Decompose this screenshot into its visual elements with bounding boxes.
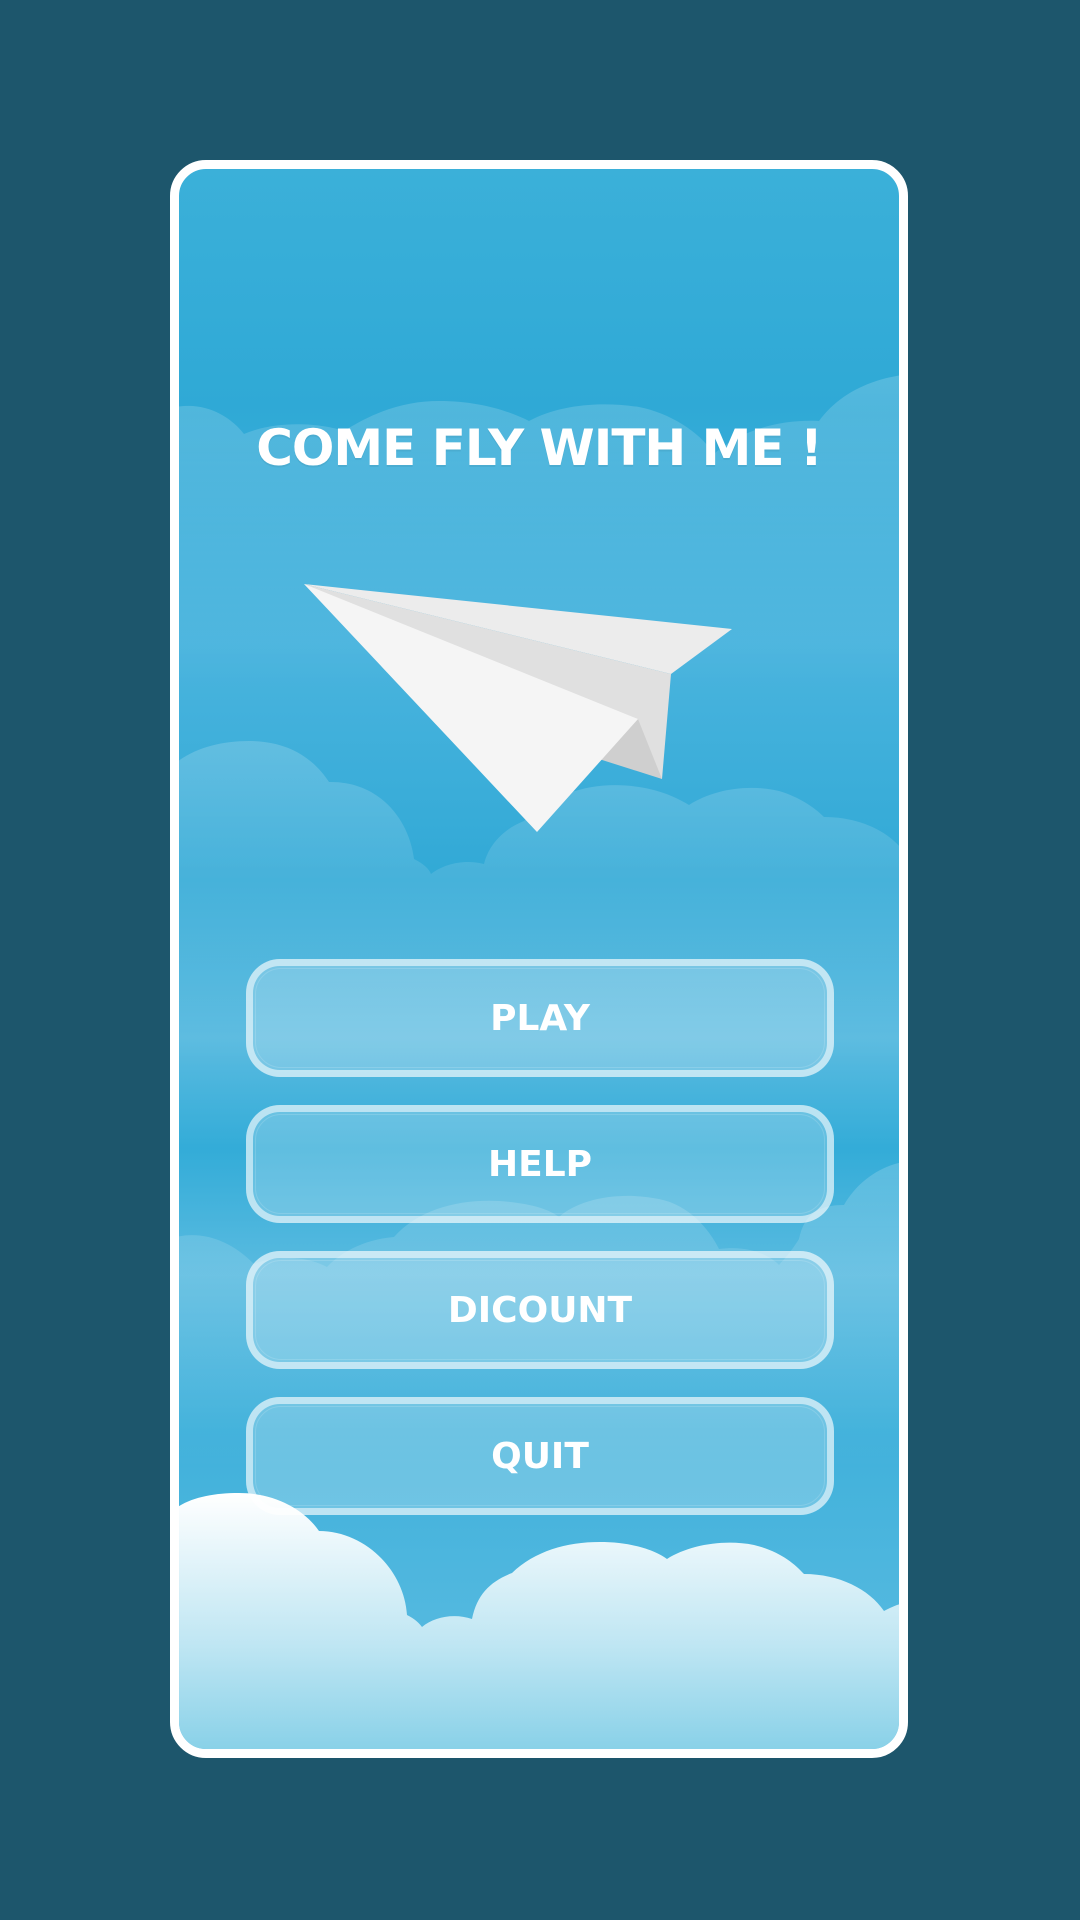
game-title: COME FLY WITH ME ! [256,419,823,477]
play-button-label: PLAY [490,997,590,1039]
main-menu-card: COME FLY WITH ME ! PLAY HELP DICOUNT QUI… [170,160,908,1758]
foreground-clouds [179,1493,899,1749]
game-screen: COME FLY WITH ME ! PLAY HELP DICOUNT QUI… [0,0,1080,1920]
help-button-label: HELP [487,1143,593,1185]
quit-button-label: QUIT [491,1435,589,1477]
play-button[interactable]: PLAY [246,959,834,1077]
discount-button-label: DICOUNT [447,1289,633,1331]
help-button[interactable]: HELP [246,1105,834,1223]
discount-button[interactable]: DICOUNT [246,1251,834,1369]
quit-button[interactable]: QUIT [246,1397,834,1515]
